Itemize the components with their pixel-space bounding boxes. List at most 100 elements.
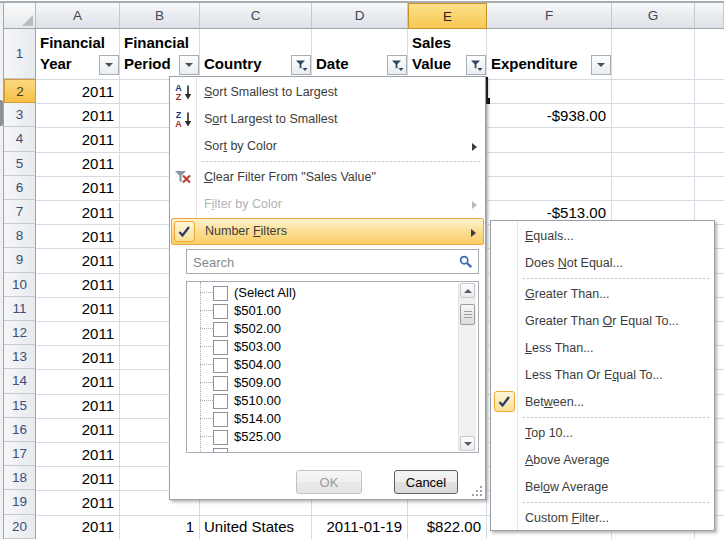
scroll-down-button[interactable] [460,436,475,451]
number-filters-item-greater-than-or-equal-to[interactable]: Greater Than Or Equal To... [492,308,713,335]
cell-a11[interactable]: 2011 [36,297,120,321]
filter-menu-item-number-filters[interactable]: Number Filters [171,218,484,245]
cancel-button[interactable]: Cancel [394,470,458,494]
row-header-14[interactable]: 14 [4,369,36,393]
value-checkbox[interactable] [213,340,228,355]
cell-a12[interactable]: 2011 [36,321,120,345]
column-header-d[interactable]: D [312,3,408,29]
number-filters-item-above-average[interactable]: Above Average [492,447,713,474]
cell-a4[interactable]: 2011 [36,127,120,151]
row-header-3[interactable]: 3 [4,103,36,127]
filter-value-item[interactable]: $510.00 [187,392,478,410]
row-header-12[interactable]: 12 [4,321,36,345]
cell-a5[interactable]: 2011 [36,152,120,176]
filter-button-c[interactable] [291,55,311,75]
filter-value-item[interactable]: $502.00 [187,320,478,338]
row-header-20[interactable]: 20 [4,515,36,539]
row-header-11[interactable]: 11 [4,297,36,321]
search-icon[interactable] [459,255,473,269]
cell-a7[interactable]: 2011 [36,200,120,224]
cell-c20[interactable]: United States [200,515,312,539]
cell-a20[interactable]: 2011 [36,515,120,539]
filter-button-f[interactable] [591,55,611,75]
row-header-13[interactable]: 13 [4,345,36,369]
cell-a10[interactable]: 2011 [36,273,120,297]
cell-a9[interactable]: 2011 [36,248,120,272]
row-header-6[interactable]: 6 [4,176,36,200]
filter-value-item[interactable] [187,446,478,453]
row-header-16[interactable]: 16 [4,418,36,442]
cell-f3[interactable]: -$938.00 [487,103,612,127]
list-scrollbar[interactable] [458,283,476,451]
filter-values-list[interactable]: (Select All)$501.00$502.00$503.00$504.00… [186,281,479,453]
filter-value-item[interactable]: $504.00 [187,356,478,374]
cell-a2[interactable]: 2011 [36,79,120,103]
cell-d20[interactable]: 2011-01-19 [312,515,408,539]
cell-a15[interactable]: 2011 [36,394,120,418]
column-header-c[interactable]: C [200,3,312,29]
row-header-2[interactable]: 2 [4,79,36,103]
column-header-b[interactable]: B [120,3,200,29]
column-header-g[interactable]: G [612,3,695,29]
row-header-15[interactable]: 15 [4,394,36,418]
value-checkbox[interactable] [213,430,228,445]
row-header-18[interactable]: 18 [4,466,36,490]
value-checkbox[interactable] [213,322,228,337]
cell-a6[interactable]: 2011 [36,176,120,200]
value-checkbox[interactable] [213,304,228,319]
row-header-1[interactable]: 1 [4,29,36,79]
filter-menu-item-sort-by-color[interactable]: Sort by Color [171,133,484,160]
row-header-8[interactable]: 8 [4,224,36,248]
cell-b20[interactable]: 1 [120,515,200,539]
column-header-a[interactable]: A [36,3,120,29]
cell-e20[interactable]: $822.00 [408,515,487,539]
number-filters-item-less-than-or-equal-to[interactable]: Less Than Or Equal To... [492,362,713,389]
value-checkbox[interactable] [213,376,228,391]
resize-grip[interactable] [470,484,482,496]
value-checkbox[interactable] [213,394,228,409]
select-all-corner[interactable] [4,3,36,29]
filter-menu-item-filter-by-color[interactable]: Filter by Color [171,191,484,218]
filter-value-item[interactable]: $509.00 [187,374,478,392]
cell-a17[interactable]: 2011 [36,442,120,466]
cell-a18[interactable]: 2011 [36,466,120,490]
value-checkbox[interactable] [213,358,228,373]
filter-value-item[interactable]: $525.00 [187,428,478,446]
filter-button-b[interactable] [179,55,199,75]
number-filters-item-less-than[interactable]: Less Than... [492,335,713,362]
cell-a19[interactable]: 2011 [36,490,120,514]
value-checkbox[interactable] [213,286,228,301]
filter-button-a[interactable] [99,55,119,75]
filter-button-d[interactable] [387,55,407,75]
column-header-f[interactable]: F [487,3,612,29]
filter-value-item[interactable]: (Select All) [187,284,478,302]
row-header-7[interactable]: 7 [4,200,36,224]
cell-a3[interactable]: 2011 [36,103,120,127]
number-filters-item-top-10[interactable]: Top 10... [492,420,713,447]
scroll-up-button[interactable] [460,283,475,298]
row-header-9[interactable]: 9 [4,248,36,272]
cell-a13[interactable]: 2011 [36,345,120,369]
cell-a14[interactable]: 2011 [36,369,120,393]
number-filters-item-greater-than[interactable]: Greater Than... [492,281,713,308]
filter-value-item[interactable]: $514.00 [187,410,478,428]
value-checkbox[interactable] [213,448,228,453]
filter-value-item[interactable]: $503.00 [187,338,478,356]
filter-menu-item-clear-filter-from-sales-value[interactable]: Clear Filter From "Sales Value" [171,164,484,191]
filter-menu-item-sort-smallest-to-largest[interactable]: Sort Smallest to LargestAZ [171,79,484,106]
number-filters-item-custom-filter[interactable]: Custom Filter... [492,505,713,532]
column-header-e[interactable]: E [408,3,487,29]
number-filters-item-does-not-equal[interactable]: Does Not Equal... [492,250,713,277]
number-filters-item-equals[interactable]: Equals... [492,223,713,250]
filter-menu-item-sort-largest-to-smallest[interactable]: Sort Largest to SmallestZA [171,106,484,133]
value-checkbox[interactable] [213,412,228,427]
row-header-17[interactable]: 17 [4,442,36,466]
column-header-partial[interactable] [695,3,724,29]
row-header-5[interactable]: 5 [4,152,36,176]
cell-a16[interactable]: 2011 [36,418,120,442]
filter-search-box[interactable] [186,249,479,274]
filter-button-e[interactable] [466,55,486,75]
number-filters-item-between[interactable]: Between... [492,389,713,416]
row-header-4[interactable]: 4 [4,127,36,151]
row-header-19[interactable]: 19 [4,490,36,514]
